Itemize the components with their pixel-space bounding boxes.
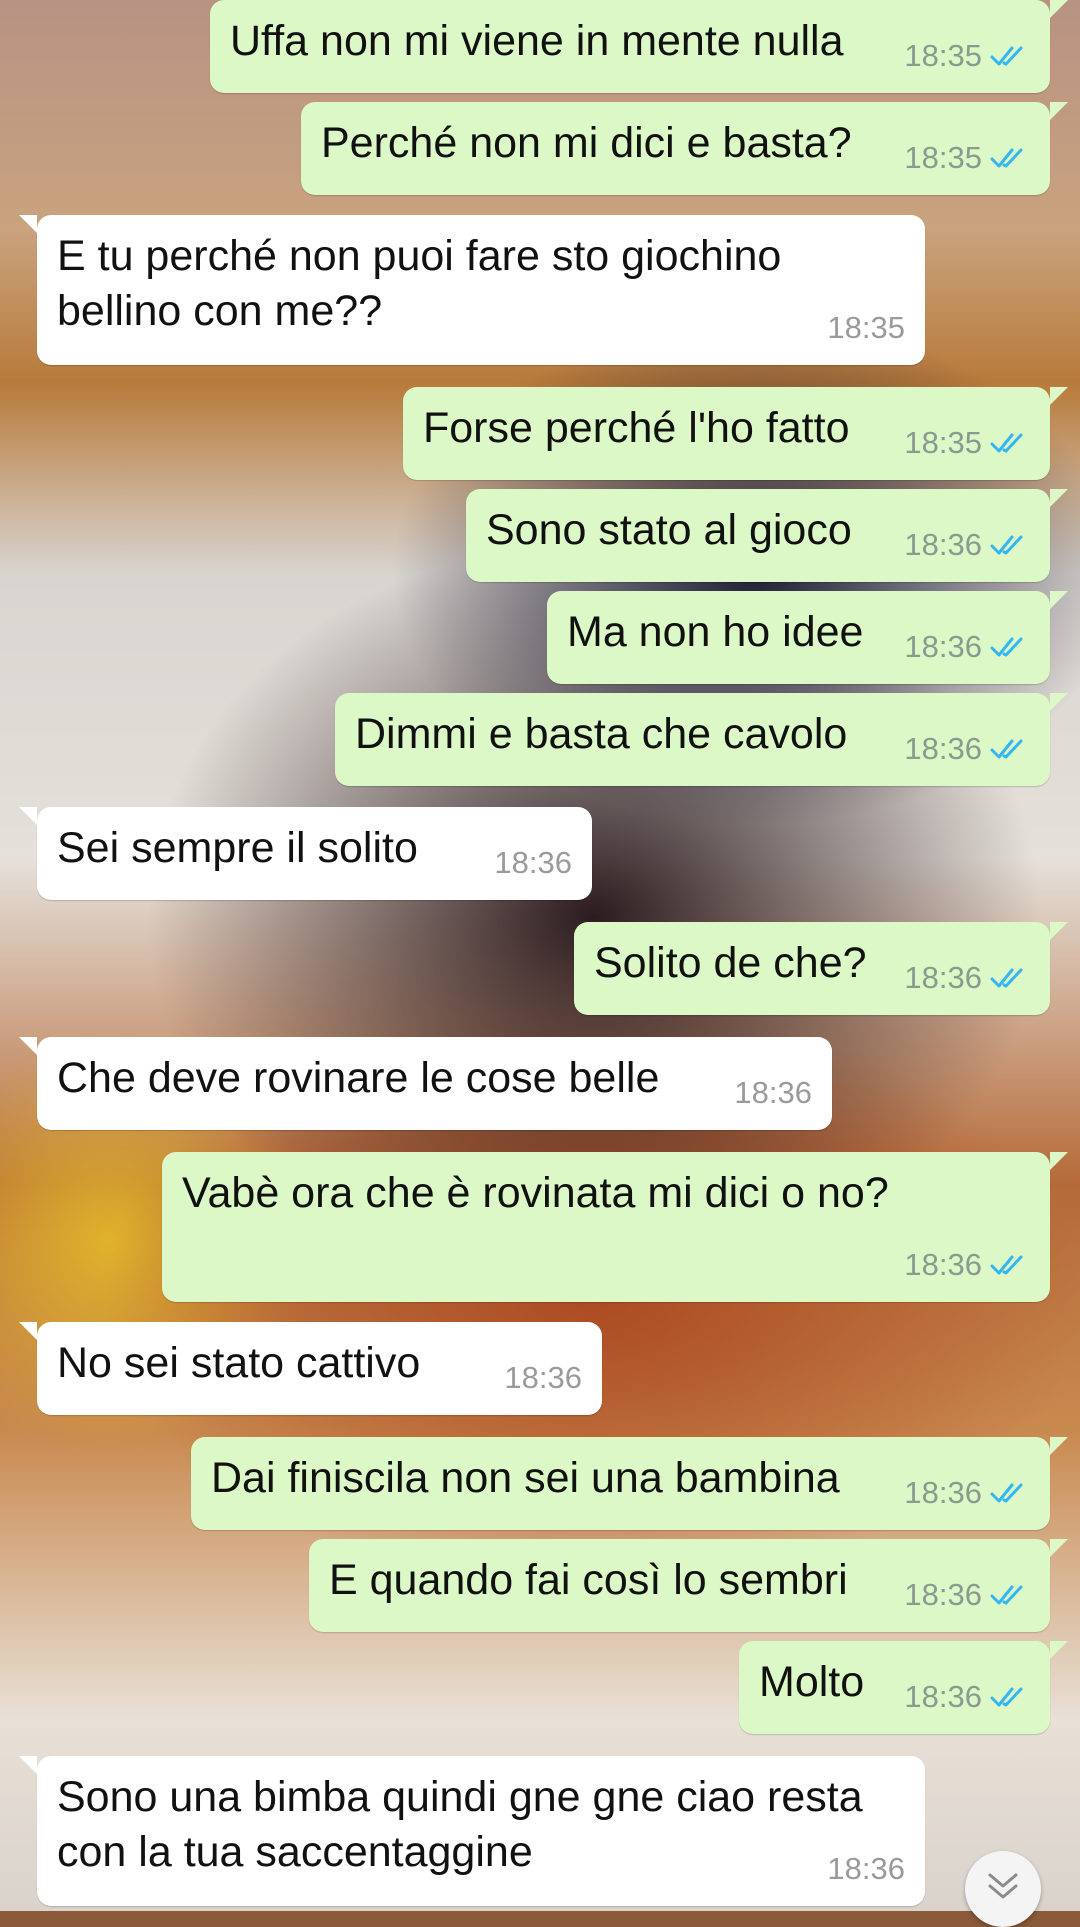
double-check-icon (990, 637, 1023, 656)
message-bubble-outgoing[interactable]: Vabè ora che è rovinata mi dici o no? 18… (162, 1152, 1068, 1302)
double-chevron-down-icon (988, 1873, 1018, 1899)
message-meta: 18:36 (904, 1465, 1030, 1520)
double-check-icon (990, 1483, 1023, 1502)
message-meta: 18:36 (494, 835, 572, 890)
message-meta: 18:36 (904, 1669, 1030, 1724)
message-meta: 18:36 (904, 619, 1030, 674)
message-time: 18:36 (904, 629, 982, 664)
message-time: 18:36 (904, 731, 982, 766)
message-meta: 18:36 (904, 950, 1030, 1005)
message-bubble-outgoing[interactable]: Dimmi e basta che cavolo 18:36 (335, 693, 1068, 786)
scroll-to-bottom-button[interactable] (965, 1851, 1041, 1927)
message-bubble-incoming[interactable]: No sei stato cattivo 18:36 (19, 1322, 602, 1415)
message-list[interactable]: Uffa non mi viene in mente nulla 18:35 P… (0, 0, 1080, 1911)
double-check-icon (990, 1255, 1023, 1274)
message-time: 18:35 (904, 140, 982, 175)
message-meta: 18:35 (827, 300, 905, 355)
message-time: 18:36 (494, 845, 572, 880)
message-meta: 18:36 (827, 1841, 905, 1896)
message-meta: 18:36 (734, 1065, 812, 1120)
message-text: Vabè ora che è rovinata mi dici o no? (182, 1169, 889, 1217)
double-check-icon (990, 535, 1023, 554)
message-bubble-outgoing[interactable]: Ma non ho idee 18:36 (547, 591, 1068, 684)
message-meta: 18:36 (904, 517, 1030, 572)
message-bubble-incoming[interactable]: Sono una bimba quindi gne gne ciao resta… (19, 1756, 925, 1906)
message-time: 18:36 (904, 527, 982, 562)
message-bubble-outgoing[interactable]: Forse perché l'ho fatto 18:35 (403, 387, 1068, 480)
message-bubble-outgoing[interactable]: Sono stato al gioco 18:36 (466, 489, 1068, 582)
message-bubble-incoming[interactable]: Sei sempre il solito 18:36 (19, 807, 592, 900)
message-time: 18:36 (904, 1679, 982, 1714)
message-time: 18:36 (904, 1247, 982, 1282)
double-check-icon (990, 1585, 1023, 1604)
message-text: Che deve rovinare le cose belle (57, 1054, 660, 1102)
message-time: 18:36 (904, 960, 982, 995)
double-check-icon (990, 968, 1023, 987)
message-bubble-outgoing[interactable]: Perché non mi dici e basta? 18:35 (301, 102, 1068, 195)
message-time: 18:36 (827, 1851, 905, 1886)
message-bubble-incoming[interactable]: E tu perché non puoi fare sto giochino b… (19, 215, 925, 365)
message-time: 18:36 (504, 1360, 582, 1395)
message-time: 18:35 (827, 310, 905, 345)
message-time: 18:36 (734, 1075, 812, 1110)
message-text: Sei sempre il solito (57, 824, 418, 872)
double-check-icon (990, 739, 1023, 758)
message-text: No sei stato cattivo (57, 1339, 421, 1387)
message-bubble-outgoing[interactable]: Uffa non mi viene in mente nulla 18:35 (210, 0, 1068, 93)
message-bubble-outgoing[interactable]: E quando fai così lo sembri 18:36 (309, 1539, 1068, 1632)
message-time: 18:36 (904, 1475, 982, 1510)
message-text: Sono una bimba quindi gne gne ciao resta… (57, 1773, 863, 1876)
message-bubble-incoming[interactable]: Che deve rovinare le cose belle 18:36 (19, 1037, 832, 1130)
message-meta: 18:35 (904, 415, 1030, 470)
message-meta: 18:36 (904, 1567, 1030, 1622)
double-check-icon (990, 46, 1023, 65)
message-time: 18:36 (904, 1577, 982, 1612)
message-bubble-outgoing[interactable]: Solito de che? 18:36 (574, 922, 1068, 1015)
message-meta: 18:36 (504, 1350, 582, 1405)
message-meta: 18:35 (904, 28, 1030, 83)
message-time: 18:35 (904, 38, 982, 73)
double-check-icon (990, 1687, 1023, 1706)
message-time: 18:35 (904, 425, 982, 460)
message-text: E tu perché non puoi fare sto giochino b… (57, 232, 782, 335)
double-check-icon (990, 148, 1023, 167)
message-bubble-outgoing[interactable]: Dai finiscila non sei una bambina 18:36 (191, 1437, 1068, 1530)
message-meta: 18:35 (904, 130, 1030, 185)
message-bubble-outgoing[interactable]: Molto 18:36 (739, 1641, 1068, 1734)
message-meta: 18:36 (904, 721, 1030, 776)
message-meta: 18:36 (904, 1237, 1030, 1292)
double-check-icon (990, 433, 1023, 452)
